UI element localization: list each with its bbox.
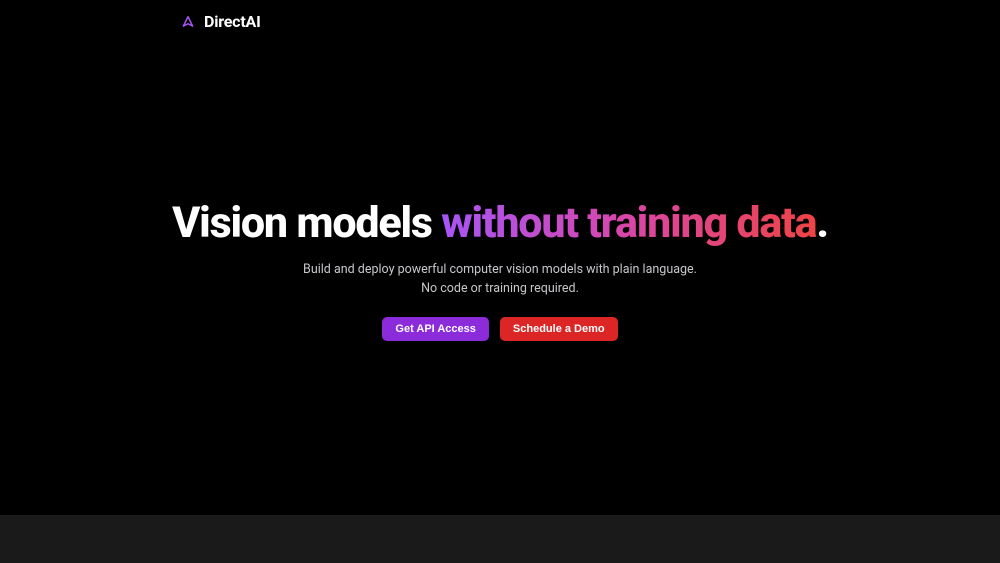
get-api-access-button[interactable]: Get API Access (382, 317, 489, 341)
hero-subtitle-line1: Build and deploy powerful computer visio… (303, 261, 697, 280)
hero-title-period: . (816, 198, 828, 248)
logo-icon (180, 14, 196, 30)
site-header: DirectAI (180, 12, 261, 31)
hero-subtitle-line2: No code or training required. (303, 280, 697, 299)
hero-title: Vision models without training data. (172, 200, 828, 247)
hero-title-gradient: without training data (441, 198, 816, 248)
schedule-demo-button[interactable]: Schedule a Demo (500, 317, 618, 341)
footer-band (0, 515, 1000, 563)
brand-name[interactable]: DirectAI (204, 12, 261, 31)
cta-row: Get API Access Schedule a Demo (382, 317, 617, 341)
hero-subtitle: Build and deploy powerful computer visio… (303, 261, 697, 299)
hero-title-plain: Vision models (172, 198, 441, 248)
hero-section: Vision models without training data. Bui… (0, 200, 1000, 341)
